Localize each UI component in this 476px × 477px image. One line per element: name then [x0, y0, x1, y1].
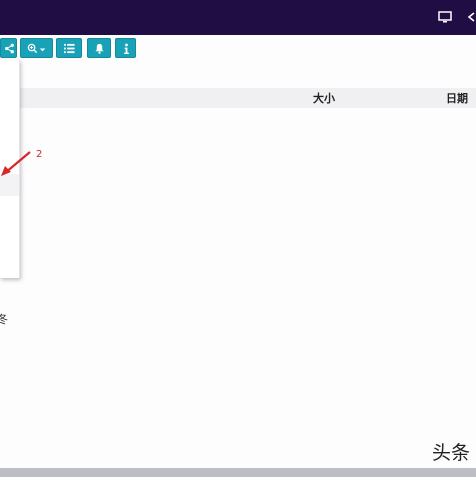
share-icon [5, 43, 14, 54]
file-list-header [0, 88, 476, 108]
monitor-icon[interactable] [438, 10, 452, 24]
watermark: 头条 [432, 442, 471, 464]
zoom-dropdown-icon [27, 43, 46, 54]
list-view-icon [64, 43, 75, 54]
annotation-arrow-icon [1, 151, 31, 176]
context-menu-item-label[interactable]: 冬 [0, 311, 8, 327]
size-column-header[interactable]: 大小 [313, 90, 335, 106]
back-arrow-icon[interactable] [466, 10, 476, 24]
info-button[interactable] [115, 38, 136, 58]
bell-icon [95, 43, 104, 54]
list-view-button[interactable] [56, 38, 82, 58]
info-icon [124, 43, 129, 55]
title-bar [0, 0, 476, 35]
notifications-button[interactable] [87, 38, 111, 58]
share-button[interactable] [0, 38, 17, 58]
zoom-dropdown-button[interactable] [20, 38, 53, 58]
horizontal-scrollbar[interactable] [0, 468, 476, 477]
date-column-header[interactable]: 日期 [446, 90, 468, 106]
